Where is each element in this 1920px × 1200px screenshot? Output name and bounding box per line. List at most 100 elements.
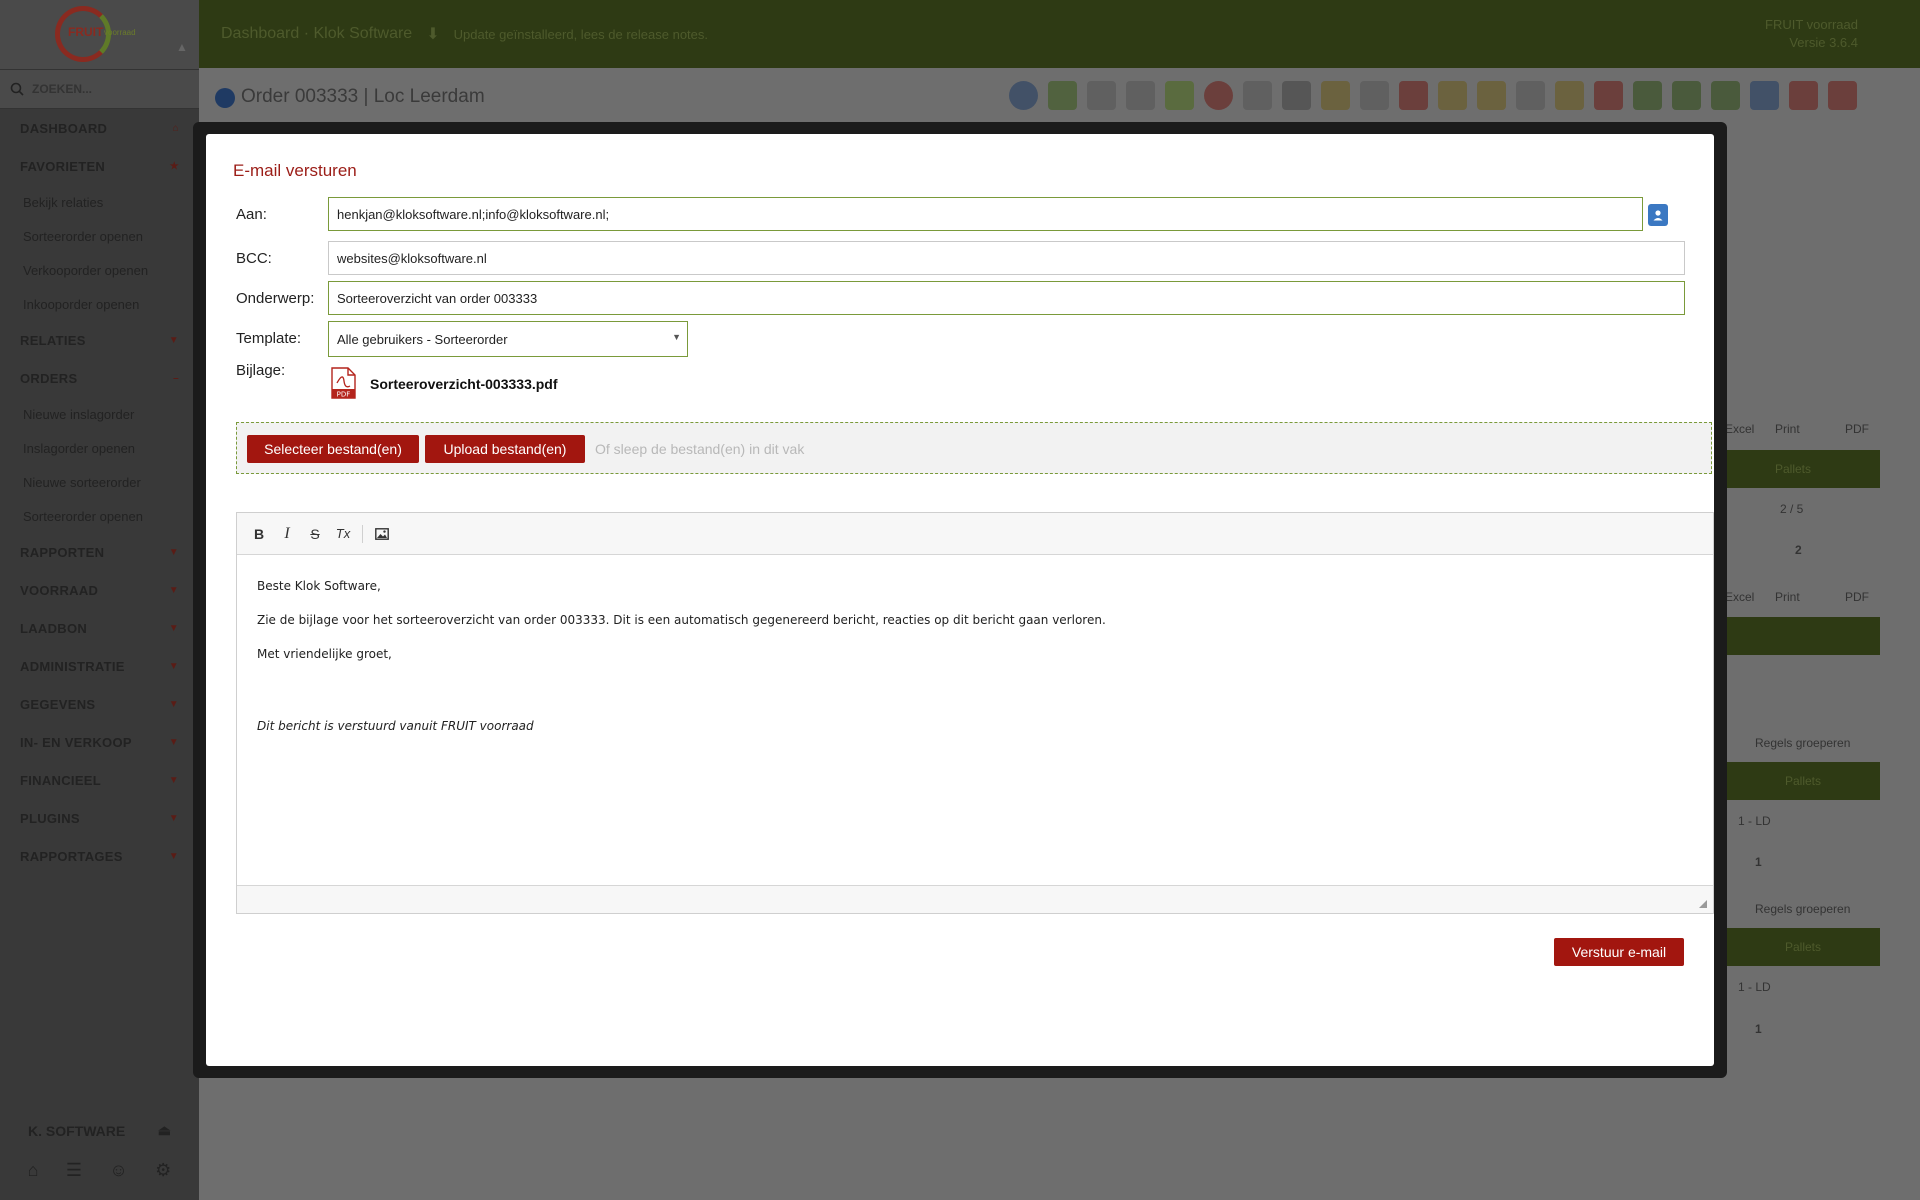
cell-value: 2 / 5	[1780, 502, 1804, 516]
add-config-icon[interactable]	[1360, 81, 1389, 110]
sidebar-subitem[interactable]: Bekijk relaties	[0, 185, 199, 219]
sidebar-search[interactable]: ZOEKEN...	[0, 69, 199, 109]
sidebar-item-relaties[interactable]: RELATIES ▼	[0, 321, 199, 359]
product-info: FRUIT voorraad Versie 3.6.4	[1765, 16, 1858, 52]
sidebar-item-favorieten[interactable]: FAVORIETEN ★	[0, 147, 199, 185]
sidebar-item-voorraad[interactable]: VOORRAAD ▼	[0, 571, 199, 609]
home-icon[interactable]: ⌂	[28, 1160, 39, 1181]
caret-down-icon: ▼	[168, 546, 179, 558]
editor-content[interactable]: Beste Klok Software, Zie de bijlage voor…	[237, 555, 1713, 885]
excel-file-icon[interactable]	[1711, 81, 1740, 110]
insert-image-button[interactable]	[370, 522, 394, 546]
search-icon	[10, 82, 24, 96]
sidebar-item-rapportages[interactable]: RAPPORTAGES ▼	[0, 837, 199, 875]
sidebar-item-label: FINANCIEEL	[20, 772, 101, 788]
excel-link[interactable]: Excel	[1725, 422, 1754, 436]
sidebar-item-laadbon[interactable]: LAADBON ▼	[0, 609, 199, 647]
sidebar-item-rapporten[interactable]: RAPPORTEN ▼	[0, 533, 199, 571]
upload-files-button[interactable]: Upload bestand(en)	[425, 435, 585, 463]
group-rows-link[interactable]: Regels groeperen	[1755, 736, 1850, 750]
sidebar-subitem[interactable]: Nieuwe sorteerorder	[0, 465, 199, 499]
chevron-left-icon[interactable]	[1087, 81, 1116, 110]
list-icon[interactable]: ☰	[66, 1160, 82, 1181]
product-name: FRUIT voorraad	[1765, 17, 1858, 32]
thumbs-up-icon[interactable]	[1165, 81, 1194, 110]
pdf-file-icon[interactable]	[1789, 81, 1818, 110]
bar-chart-icon[interactable]	[1399, 81, 1428, 110]
table-header: Pallets	[1700, 928, 1880, 966]
sidebar-item-label: IN- EN VERKOOP	[20, 734, 132, 750]
user-settings-icon[interactable]: ☺	[109, 1160, 127, 1181]
to-input[interactable]	[328, 197, 1643, 231]
send-email-button[interactable]: Verstuur e-mail	[1554, 938, 1684, 966]
sidebar-subitem[interactable]: Inslagorder openen	[0, 431, 199, 465]
topbar-breadcrumb[interactable]: Dashboard · Klok Software	[221, 25, 412, 43]
print-link[interactable]: Print	[1775, 590, 1800, 604]
mail-icon[interactable]	[1750, 81, 1779, 110]
select-files-button[interactable]: Selecteer bestand(en)	[247, 435, 419, 463]
attachment-icon[interactable]	[1516, 81, 1545, 110]
print-link[interactable]: Print	[1775, 422, 1800, 436]
update-notice[interactable]: Update geïnstalleerd, lees de release no…	[454, 27, 708, 42]
background-content: Excel Print PDF Pallets 2 / 5 2 Excel Pr…	[1700, 140, 1880, 1080]
edit-icon[interactable]	[1282, 81, 1311, 110]
template-select[interactable]: Alle gebruikers - Sorteerorder ▼	[328, 321, 688, 357]
sidebar-subitem[interactable]: Sorteerorder openen	[0, 219, 199, 253]
add-package-icon[interactable]	[1438, 81, 1467, 110]
excel-file-icon[interactable]	[1633, 81, 1662, 110]
logo-text: FRUIT	[68, 25, 104, 39]
pdf-file-icon[interactable]	[1828, 81, 1857, 110]
coins-icon[interactable]	[1555, 81, 1584, 110]
attachment-label: Bijlage:	[236, 362, 286, 379]
logout-icon[interactable]: ⏏	[158, 1122, 171, 1139]
caret-down-icon: ▼	[168, 660, 179, 672]
excel-link[interactable]: Excel	[1725, 590, 1754, 604]
bold-button[interactable]: B	[247, 522, 271, 546]
sidebar-subitem[interactable]: Sorteerorder openen	[0, 499, 199, 533]
sidebar-item-orders[interactable]: ORDERS –	[0, 359, 199, 397]
sidebar-subitem[interactable]: Nieuwe inslagorder	[0, 397, 199, 431]
sidebar-item-label: FAVORIETEN	[20, 158, 106, 174]
sidebar-subitem[interactable]: Inkooporder openen	[0, 287, 199, 321]
strikethrough-button[interactable]: S	[303, 522, 327, 546]
clock-icon[interactable]	[1204, 81, 1233, 110]
sidebar-item-gegevens[interactable]: GEGEVENS ▼	[0, 685, 199, 723]
subject-input[interactable]	[328, 281, 1685, 315]
resize-handle-icon[interactable]	[1699, 900, 1707, 908]
to-label: Aan:	[236, 206, 267, 223]
sidebar-item-dashboard[interactable]: DASHBOARD ⌂	[0, 109, 199, 147]
sidebar-item-in-en-verkoop[interactable]: IN- EN VERKOOP ▼	[0, 723, 199, 761]
back-icon[interactable]	[215, 88, 235, 108]
gear-icon[interactable]: ⚙	[155, 1160, 171, 1181]
pdf-link[interactable]: PDF	[1845, 422, 1869, 436]
file-dropzone[interactable]: Selecteer bestand(en) Upload bestand(en)…	[236, 422, 1712, 474]
italic-button[interactable]: I	[275, 522, 299, 546]
sidebar-item-label: LAADBON	[20, 620, 88, 636]
sidebar-item-plugins[interactable]: PLUGINS ▼	[0, 799, 199, 837]
rich-text-editor: B I S Tx Beste Klok Software, Zie de bij…	[236, 512, 1714, 914]
sidebar-item-administratie[interactable]: ADMINISTRATIE ▼	[0, 647, 199, 685]
sidebar-subitem[interactable]: Verkooporder openen	[0, 253, 199, 287]
home-icon: ⌂	[172, 122, 179, 134]
order-toolbar	[1009, 81, 1857, 110]
excel-file-icon[interactable]	[1672, 81, 1701, 110]
package-icon[interactable]	[1477, 81, 1506, 110]
clear-format-button[interactable]: Tx	[331, 522, 355, 546]
group-rows-link[interactable]: Regels groeperen	[1755, 902, 1850, 916]
add-box-icon[interactable]	[1321, 81, 1350, 110]
gear-icon[interactable]	[1243, 81, 1272, 110]
info-icon[interactable]	[1009, 81, 1038, 110]
bcc-input[interactable]	[328, 241, 1685, 275]
attachment-filename[interactable]: Sorteeroverzicht-003333.pdf	[370, 376, 558, 392]
caret-down-icon: ▼	[168, 622, 179, 634]
cell-value: 2	[1795, 543, 1802, 557]
chevron-right-icon[interactable]	[1126, 81, 1155, 110]
refresh-icon[interactable]	[1048, 81, 1077, 110]
sidebar-item-label: DASHBOARD	[20, 120, 108, 136]
pin-icon[interactable]: ▲	[176, 40, 188, 54]
cell-value: 1 - LD	[1738, 980, 1771, 994]
pdf-link[interactable]: PDF	[1845, 590, 1869, 604]
address-book-button[interactable]	[1648, 204, 1668, 226]
pdf-file-icon[interactable]	[1594, 81, 1623, 110]
sidebar-item-financieel[interactable]: FINANCIEEL ▼	[0, 761, 199, 799]
